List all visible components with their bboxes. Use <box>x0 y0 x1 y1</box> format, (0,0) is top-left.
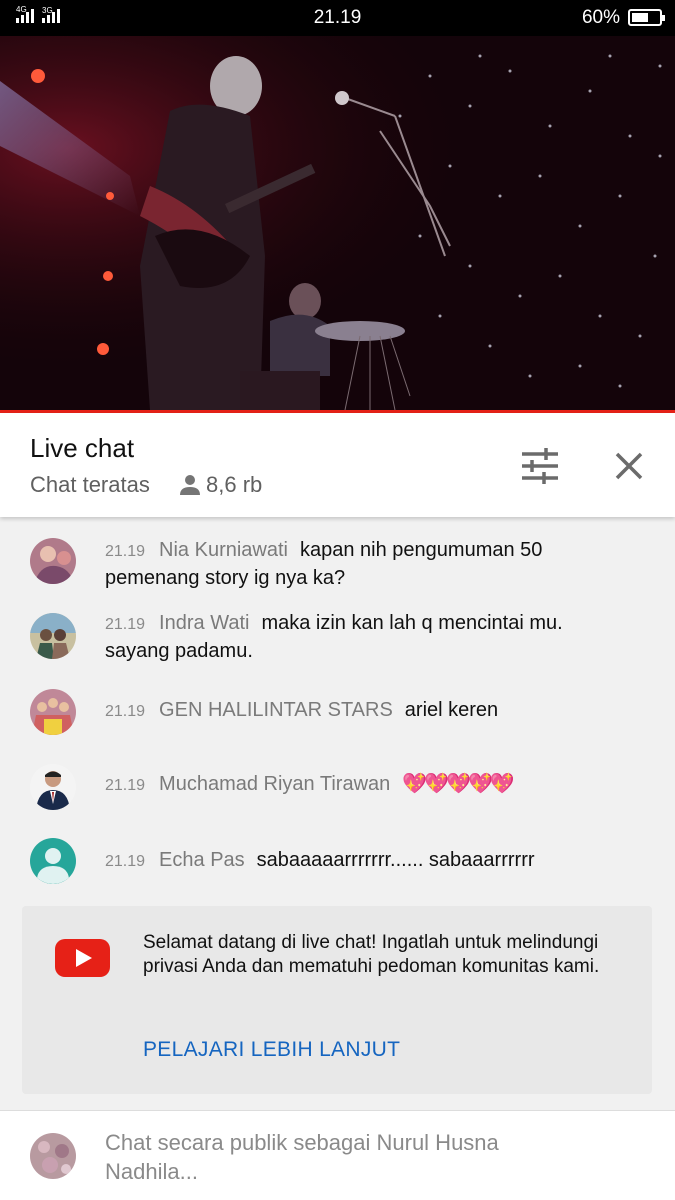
chat-title: Live chat <box>30 433 135 463</box>
message-time: 21.19 <box>105 703 146 720</box>
youtube-logo-icon <box>55 939 110 977</box>
avatar[interactable] <box>30 764 76 810</box>
clock: 21.19 <box>313 7 362 28</box>
viewer-count-value: 8,6 rb <box>206 472 263 497</box>
user-avatar[interactable] <box>30 1133 76 1179</box>
battery-percent: 60% <box>581 7 620 28</box>
chat-input-field[interactable]: Chat secara publik sebagai Nurul Husna N… <box>105 1128 585 1186</box>
chat-header: Live chat Chat teratas 8,6 rb <box>0 413 675 517</box>
chat-message: 21.19 Indra Wati maka izin kan lah q menci… <box>0 610 675 670</box>
message-author[interactable]: Indra Wati <box>159 612 249 634</box>
message-content: 21.19 Muchamad Riyan Tirawan 💖💖💖💖💖 <box>105 770 575 799</box>
close-chat-button[interactable] <box>612 449 646 483</box>
message-content: 21.19 Indra Wati maka izin kan lah q menci… <box>105 610 575 665</box>
message-author[interactable]: Echa Pas <box>159 849 245 871</box>
battery-icon <box>628 9 665 26</box>
tune-icon <box>522 448 558 484</box>
avatar[interactable] <box>30 538 76 584</box>
message-time: 21.19 <box>105 616 146 633</box>
learn-more-link[interactable]: PELAJARI LEBIH LANJUT <box>143 1038 400 1062</box>
video-player[interactable] <box>0 36 675 410</box>
avatar[interactable] <box>30 689 76 735</box>
message-author[interactable]: GEN HALILINTAR STARS <box>159 699 393 721</box>
status-bar: 4G 3G 21.19 60% <box>0 0 675 36</box>
chat-message: 21.19 Nia Kurniawati kapan nih pengumuman … <box>0 537 675 597</box>
welcome-card: Selamat datang di live chat! Ingatlah un… <box>22 906 652 1094</box>
battery-fill <box>632 13 648 22</box>
message-text: ariel keren <box>404 699 499 721</box>
message-content: 21.19 Nia Kurniawati kapan nih pengumuman … <box>105 537 575 592</box>
message-content: 21.19 GEN HALILINTAR STARS ariel keren <box>105 697 575 725</box>
message-content: 21.19 Echa Pas sabaaaaarrrrrrr...... sabaa… <box>105 847 575 875</box>
chat-message: 21.19 Muchamad Riyan Tirawan 💖💖💖💖💖 <box>0 764 675 820</box>
avatar[interactable] <box>30 838 76 884</box>
message-time: 21.19 <box>105 777 146 794</box>
filter-button[interactable] <box>520 448 560 484</box>
message-text: 💖💖💖💖💖 <box>402 771 515 795</box>
avatar[interactable] <box>30 613 76 659</box>
viewer-count: 8,6 rb <box>178 472 262 498</box>
message-time: 21.19 <box>105 853 146 870</box>
chat-message: 21.19 GEN HALILINTAR STARS ariel keren <box>0 689 675 747</box>
close-icon <box>615 452 643 480</box>
welcome-message: Selamat datang di live chat! Ingatlah un… <box>143 932 600 977</box>
person-icon <box>180 475 200 495</box>
message-author[interactable]: Muchamad Riyan Tirawan <box>159 773 390 795</box>
message-text: sabaaaaarrrrrrr...... sabaaarrrrrr <box>256 849 535 871</box>
chat-mode-selector[interactable]: Chat teratas <box>30 472 150 498</box>
concert-video-frame <box>0 36 675 410</box>
chat-message: 21.19 Echa Pas sabaaaaarrrrrrr...... sabaa… <box>0 838 675 897</box>
message-author[interactable]: Nia Kurniawati <box>159 539 288 561</box>
message-time: 21.19 <box>105 543 146 560</box>
chat-input-bar: Chat secara publik sebagai Nurul Husna N… <box>0 1110 675 1200</box>
